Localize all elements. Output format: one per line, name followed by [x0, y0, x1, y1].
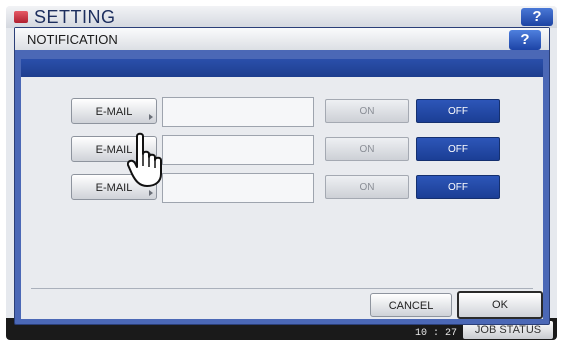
footer-divider	[31, 288, 533, 289]
on-button-3[interactable]: ON	[325, 175, 409, 199]
clock-time: 10 : 27	[414, 328, 457, 339]
off-button-2[interactable]: OFF	[416, 137, 500, 161]
dialog-title: NOTIFICATION	[27, 32, 118, 47]
background-titlebar: SETTING ?	[6, 6, 557, 28]
dialog-help-button[interactable]: ?	[509, 30, 541, 50]
email-address-field-3[interactable]	[162, 173, 314, 203]
email-button-label: E-MAIL	[95, 106, 133, 118]
email-address-field-1[interactable]	[162, 97, 314, 127]
setting-app-icon	[14, 11, 28, 23]
email-button-1[interactable]: E-MAIL	[71, 98, 157, 124]
dialog-content: E-MAIL ON OFF E-MAIL ON OFF E-MAIL ON OF…	[21, 77, 543, 319]
on-button-2[interactable]: ON	[325, 137, 409, 161]
dialog-header: NOTIFICATION ?	[15, 28, 549, 50]
on-button-1[interactable]: ON	[325, 99, 409, 123]
email-address-field-2[interactable]	[162, 135, 314, 165]
cancel-button[interactable]: CANCEL	[370, 293, 452, 317]
off-button-1[interactable]: OFF	[416, 99, 500, 123]
off-button-3[interactable]: OFF	[416, 175, 500, 199]
notification-dialog: NOTIFICATION ? E-MAIL ON OFF E-MAIL ON O…	[14, 27, 550, 325]
hand-pointer-icon	[127, 132, 162, 187]
background-help-button[interactable]: ?	[521, 8, 553, 26]
notification-row-1: E-MAIL ON OFF	[71, 97, 511, 127]
expand-arrow-icon	[149, 190, 153, 196]
background-title: SETTING	[34, 7, 116, 27]
dialog-band	[21, 59, 543, 77]
ok-button[interactable]: OK	[457, 291, 543, 319]
expand-arrow-icon	[149, 114, 153, 120]
